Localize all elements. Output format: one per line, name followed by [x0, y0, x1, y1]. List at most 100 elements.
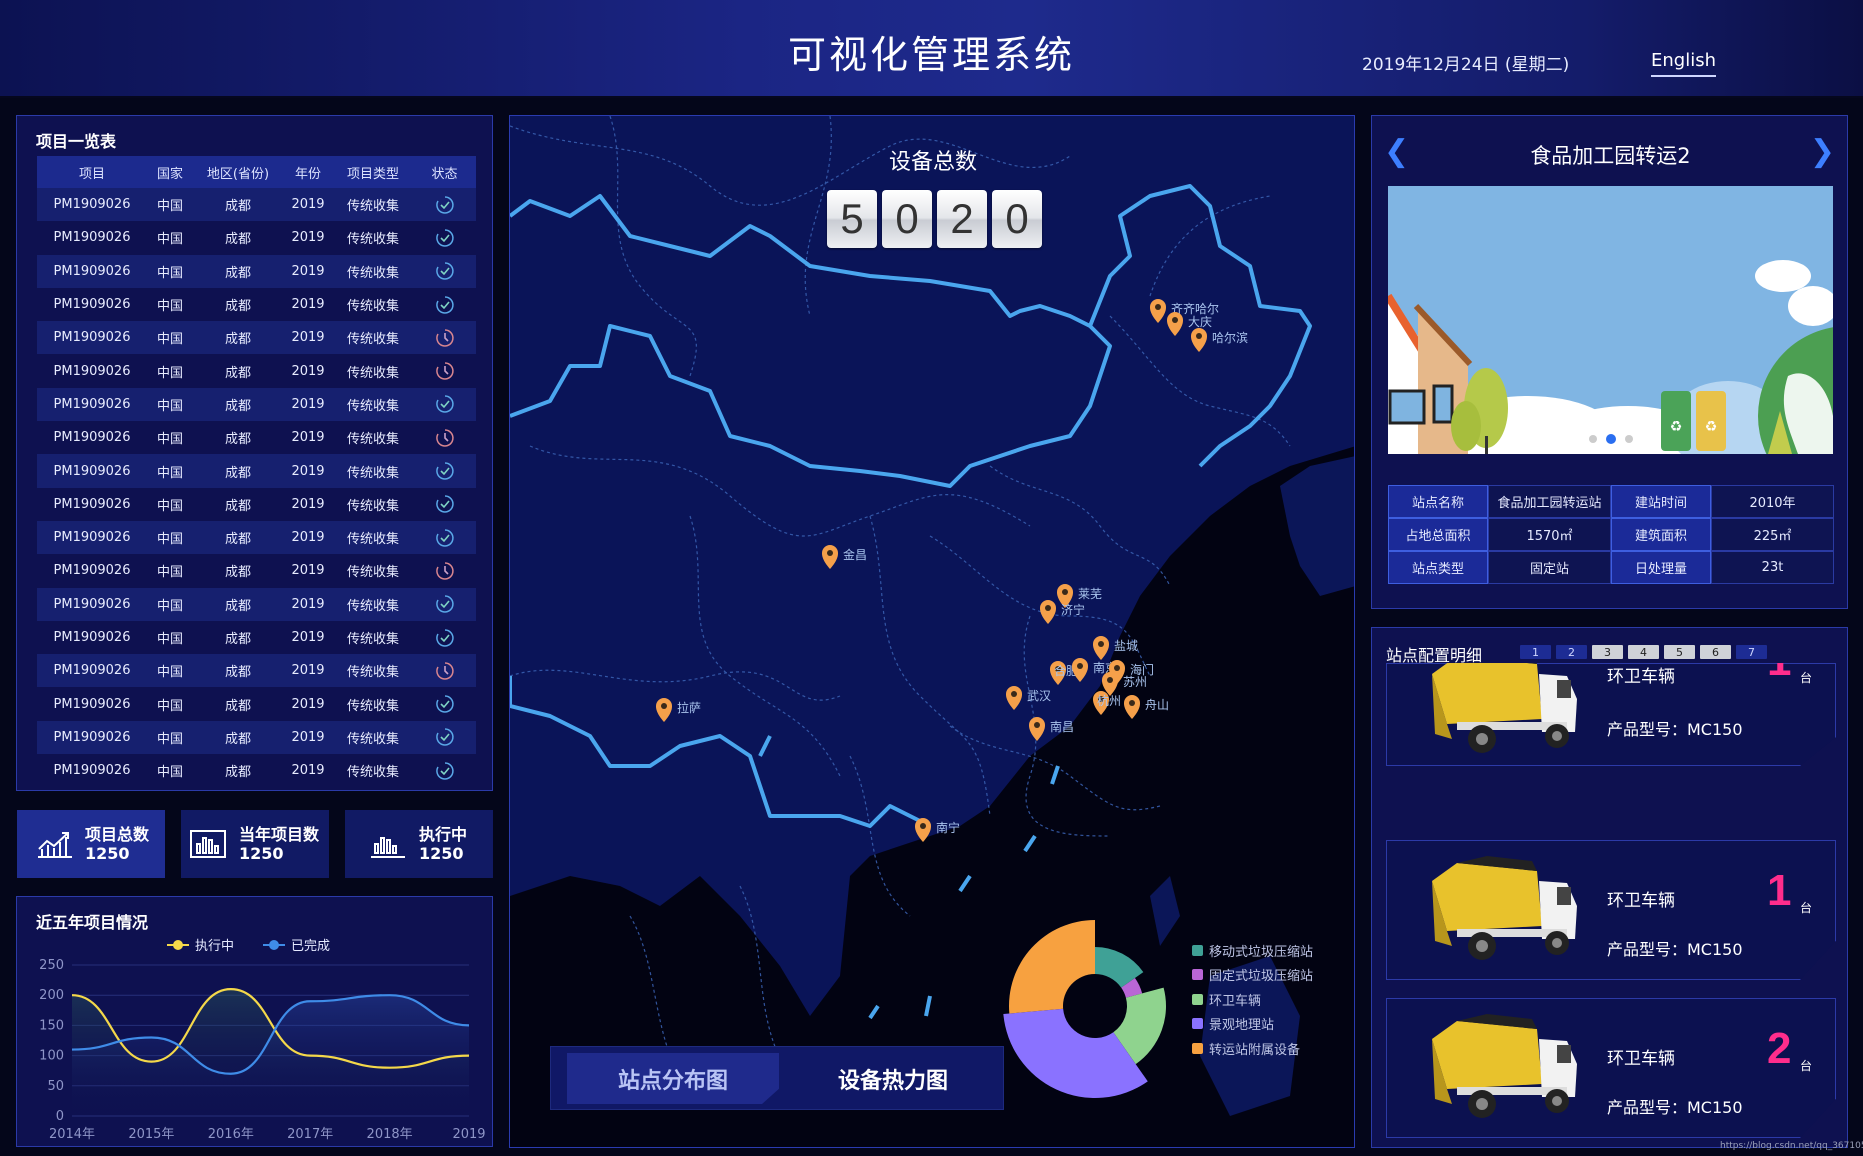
table-row[interactable]: PM1909026 中国 成都 2019 传统收集: [37, 221, 476, 254]
equipment-legend: 移动式垃圾压缩站 固定式垃圾压缩站 环卫车辆 景观地理站 转运站附属设备: [1192, 938, 1313, 1061]
cell-region: 成都: [224, 498, 251, 514]
legend-item[interactable]: 景观地理站: [1192, 1012, 1313, 1037]
table-row[interactable]: PM1909026 中国 成都 2019 传统收集: [37, 354, 476, 387]
equipment-model: 产品型号：MC150: [1607, 940, 1743, 959]
page-button[interactable]: 6: [1700, 645, 1731, 659]
table-row[interactable]: PM1909026 中国 成都 2019 传统收集: [37, 321, 476, 355]
stat-value: 1250: [85, 844, 130, 863]
station-image-carousel[interactable]: ♻ ♻: [1388, 186, 1833, 454]
page-button[interactable]: 7: [1736, 645, 1767, 659]
config-title: 站点配置明细: [1386, 646, 1483, 665]
y-tick-label: 0: [56, 1109, 64, 1124]
map-marker[interactable]: 哈尔滨: [1191, 328, 1248, 352]
cell-year: 2019: [291, 197, 325, 213]
table-row[interactable]: PM1909026 中国 成都 2019 传统收集: [37, 488, 476, 521]
cell-project: PM1909026: [53, 396, 131, 412]
column-header[interactable]: 项目类型: [333, 163, 413, 182]
stat-current-year-projects[interactable]: 当年项目数 1250: [181, 810, 329, 878]
column-header[interactable]: 项目: [37, 163, 147, 182]
legend-label[interactable]: 执行中: [195, 939, 234, 954]
watermark: https://blog.csdn.net/qq_36710522: [1720, 1141, 1863, 1151]
marker-label: 杭州: [1097, 693, 1121, 708]
pin-dot: [1077, 663, 1083, 669]
cell-project: PM1909026: [53, 630, 131, 645]
legend-item[interactable]: 固定式垃圾压缩站: [1192, 963, 1313, 988]
cell-country: 中国: [156, 265, 183, 281]
marker-label: 南昌: [1050, 719, 1074, 734]
cell-region: 成都: [224, 365, 251, 381]
tab-device-heatmap[interactable]: 设备热力图: [787, 1053, 999, 1104]
table-row[interactable]: PM1909026 中国 成都 2019 传统收集: [37, 554, 476, 587]
table-row[interactable]: PM1909026 中国 成都 2019 传统收集: [37, 754, 476, 787]
check-circle-icon: [435, 229, 454, 247]
table-row[interactable]: PM1909026 中国 成都 2019 传统收集: [37, 254, 476, 288]
marker-label: 拉萨: [677, 700, 701, 715]
map-marker[interactable]: 金昌: [822, 545, 867, 569]
x-tick-label: 2018年: [367, 1127, 413, 1142]
page-button[interactable]: 3: [1592, 645, 1623, 659]
equipment-card[interactable]: 环卫车辆 产品型号：MC150 2 台: [1386, 998, 1836, 1138]
column-header[interactable]: 状态: [413, 163, 476, 182]
column-header[interactable]: 国家: [147, 163, 193, 182]
device-total-label: 设备总数: [888, 150, 977, 175]
cell-type: 传统收集: [346, 498, 399, 514]
stat-total-projects[interactable]: 项目总数 1250: [17, 810, 165, 878]
x-tick-label: 2016年: [208, 1127, 254, 1142]
page-button[interactable]: 2: [1556, 645, 1587, 659]
check-circle-icon: [435, 728, 454, 747]
cell-type: 传统收集: [346, 665, 399, 681]
cell-project: PM1909026: [53, 363, 131, 379]
next-station-chevron-right-icon[interactable]: ❯: [1810, 134, 1835, 169]
cell-type: 传统收集: [346, 698, 399, 714]
legend-label: 移动式垃圾压缩站: [1209, 944, 1314, 960]
map-marker[interactable]: 武汉: [1006, 686, 1051, 710]
cell-status: [413, 328, 476, 348]
marker-label: 济宁: [1061, 602, 1085, 617]
table-row[interactable]: PM1909026 中国 成都 2019 传统收集: [37, 288, 476, 321]
page-button[interactable]: 4: [1628, 645, 1659, 659]
page-button[interactable]: 1: [1520, 645, 1551, 659]
table-row[interactable]: PM1909026 中国 成都 2019 传统收集: [37, 421, 476, 454]
table-row[interactable]: PM1909026 中国 成都 2019 传统收集: [37, 188, 476, 222]
cell-year: 2019: [291, 530, 325, 546]
info-key: 日处理量: [1611, 551, 1711, 584]
legend-label[interactable]: 已完成: [291, 939, 330, 954]
table-row[interactable]: PM1909026 中国 成都 2019 传统收集: [37, 720, 476, 755]
location-pin-icon: [1093, 636, 1109, 660]
table-row[interactable]: PM1909026 中国 成都 2019 传统收集: [37, 587, 476, 621]
table-row[interactable]: PM1909026 中国 成都 2019 传统收集: [37, 654, 476, 688]
language-switch-link[interactable]: English: [1651, 50, 1716, 77]
check-circle-icon: [435, 295, 454, 314]
pin-dot: [1107, 677, 1113, 683]
rose-segment[interactable]: [1009, 920, 1095, 1014]
cell-country: 中国: [156, 698, 183, 714]
tab-station-distribution[interactable]: 站点分布图: [567, 1053, 779, 1104]
legend-item[interactable]: 转运站附属设备: [1192, 1036, 1313, 1061]
equipment-card[interactable]: 环卫车辆 产品型号：MC150 1 台: [1386, 840, 1836, 980]
map-marker[interactable]: 济宁: [1040, 600, 1085, 624]
cell-type: 传统收集: [346, 432, 399, 448]
table-row[interactable]: PM1909026 中国 成都 2019 传统收集: [37, 387, 476, 422]
table-row[interactable]: PM1909026 中国 成都 2019 传统收集: [37, 687, 476, 720]
equipment-card[interactable]: 环卫车辆 产品型号：MC150 1 台: [1386, 663, 1836, 766]
map-view-toggle: 站点分布图 设备热力图: [550, 1046, 1004, 1110]
legend-item[interactable]: 环卫车辆: [1192, 987, 1313, 1012]
table-row[interactable]: PM1909026 中国 成都 2019 传统收集: [37, 621, 476, 654]
cell-country: 中国: [156, 765, 183, 781]
stat-in-progress[interactable]: 执行中 1250: [345, 810, 493, 878]
cell-project: PM1909026: [53, 463, 131, 479]
cell-region: 成都: [224, 432, 251, 448]
legend-item[interactable]: 移动式垃圾压缩站: [1192, 938, 1313, 963]
station-title: 食品加工园转运2: [1530, 144, 1691, 168]
cell-type: 传统收集: [346, 765, 399, 781]
cell-status: [413, 428, 476, 448]
column-header[interactable]: 地区(省份): [193, 163, 283, 182]
cell-year: 2019: [291, 363, 325, 379]
info-row: 站点类型 固定站 日处理量 23t: [1388, 551, 1834, 584]
map-marker[interactable]: 拉萨: [656, 698, 701, 722]
table-row[interactable]: PM1909026 中国 成都 2019 传统收集: [37, 454, 476, 488]
column-header[interactable]: 年份: [283, 163, 333, 182]
page-button[interactable]: 5: [1664, 645, 1695, 659]
table-row[interactable]: PM1909026 中国 成都 2019 传统收集: [37, 520, 476, 555]
eco-illustration: ♻ ♻: [1388, 186, 1833, 454]
